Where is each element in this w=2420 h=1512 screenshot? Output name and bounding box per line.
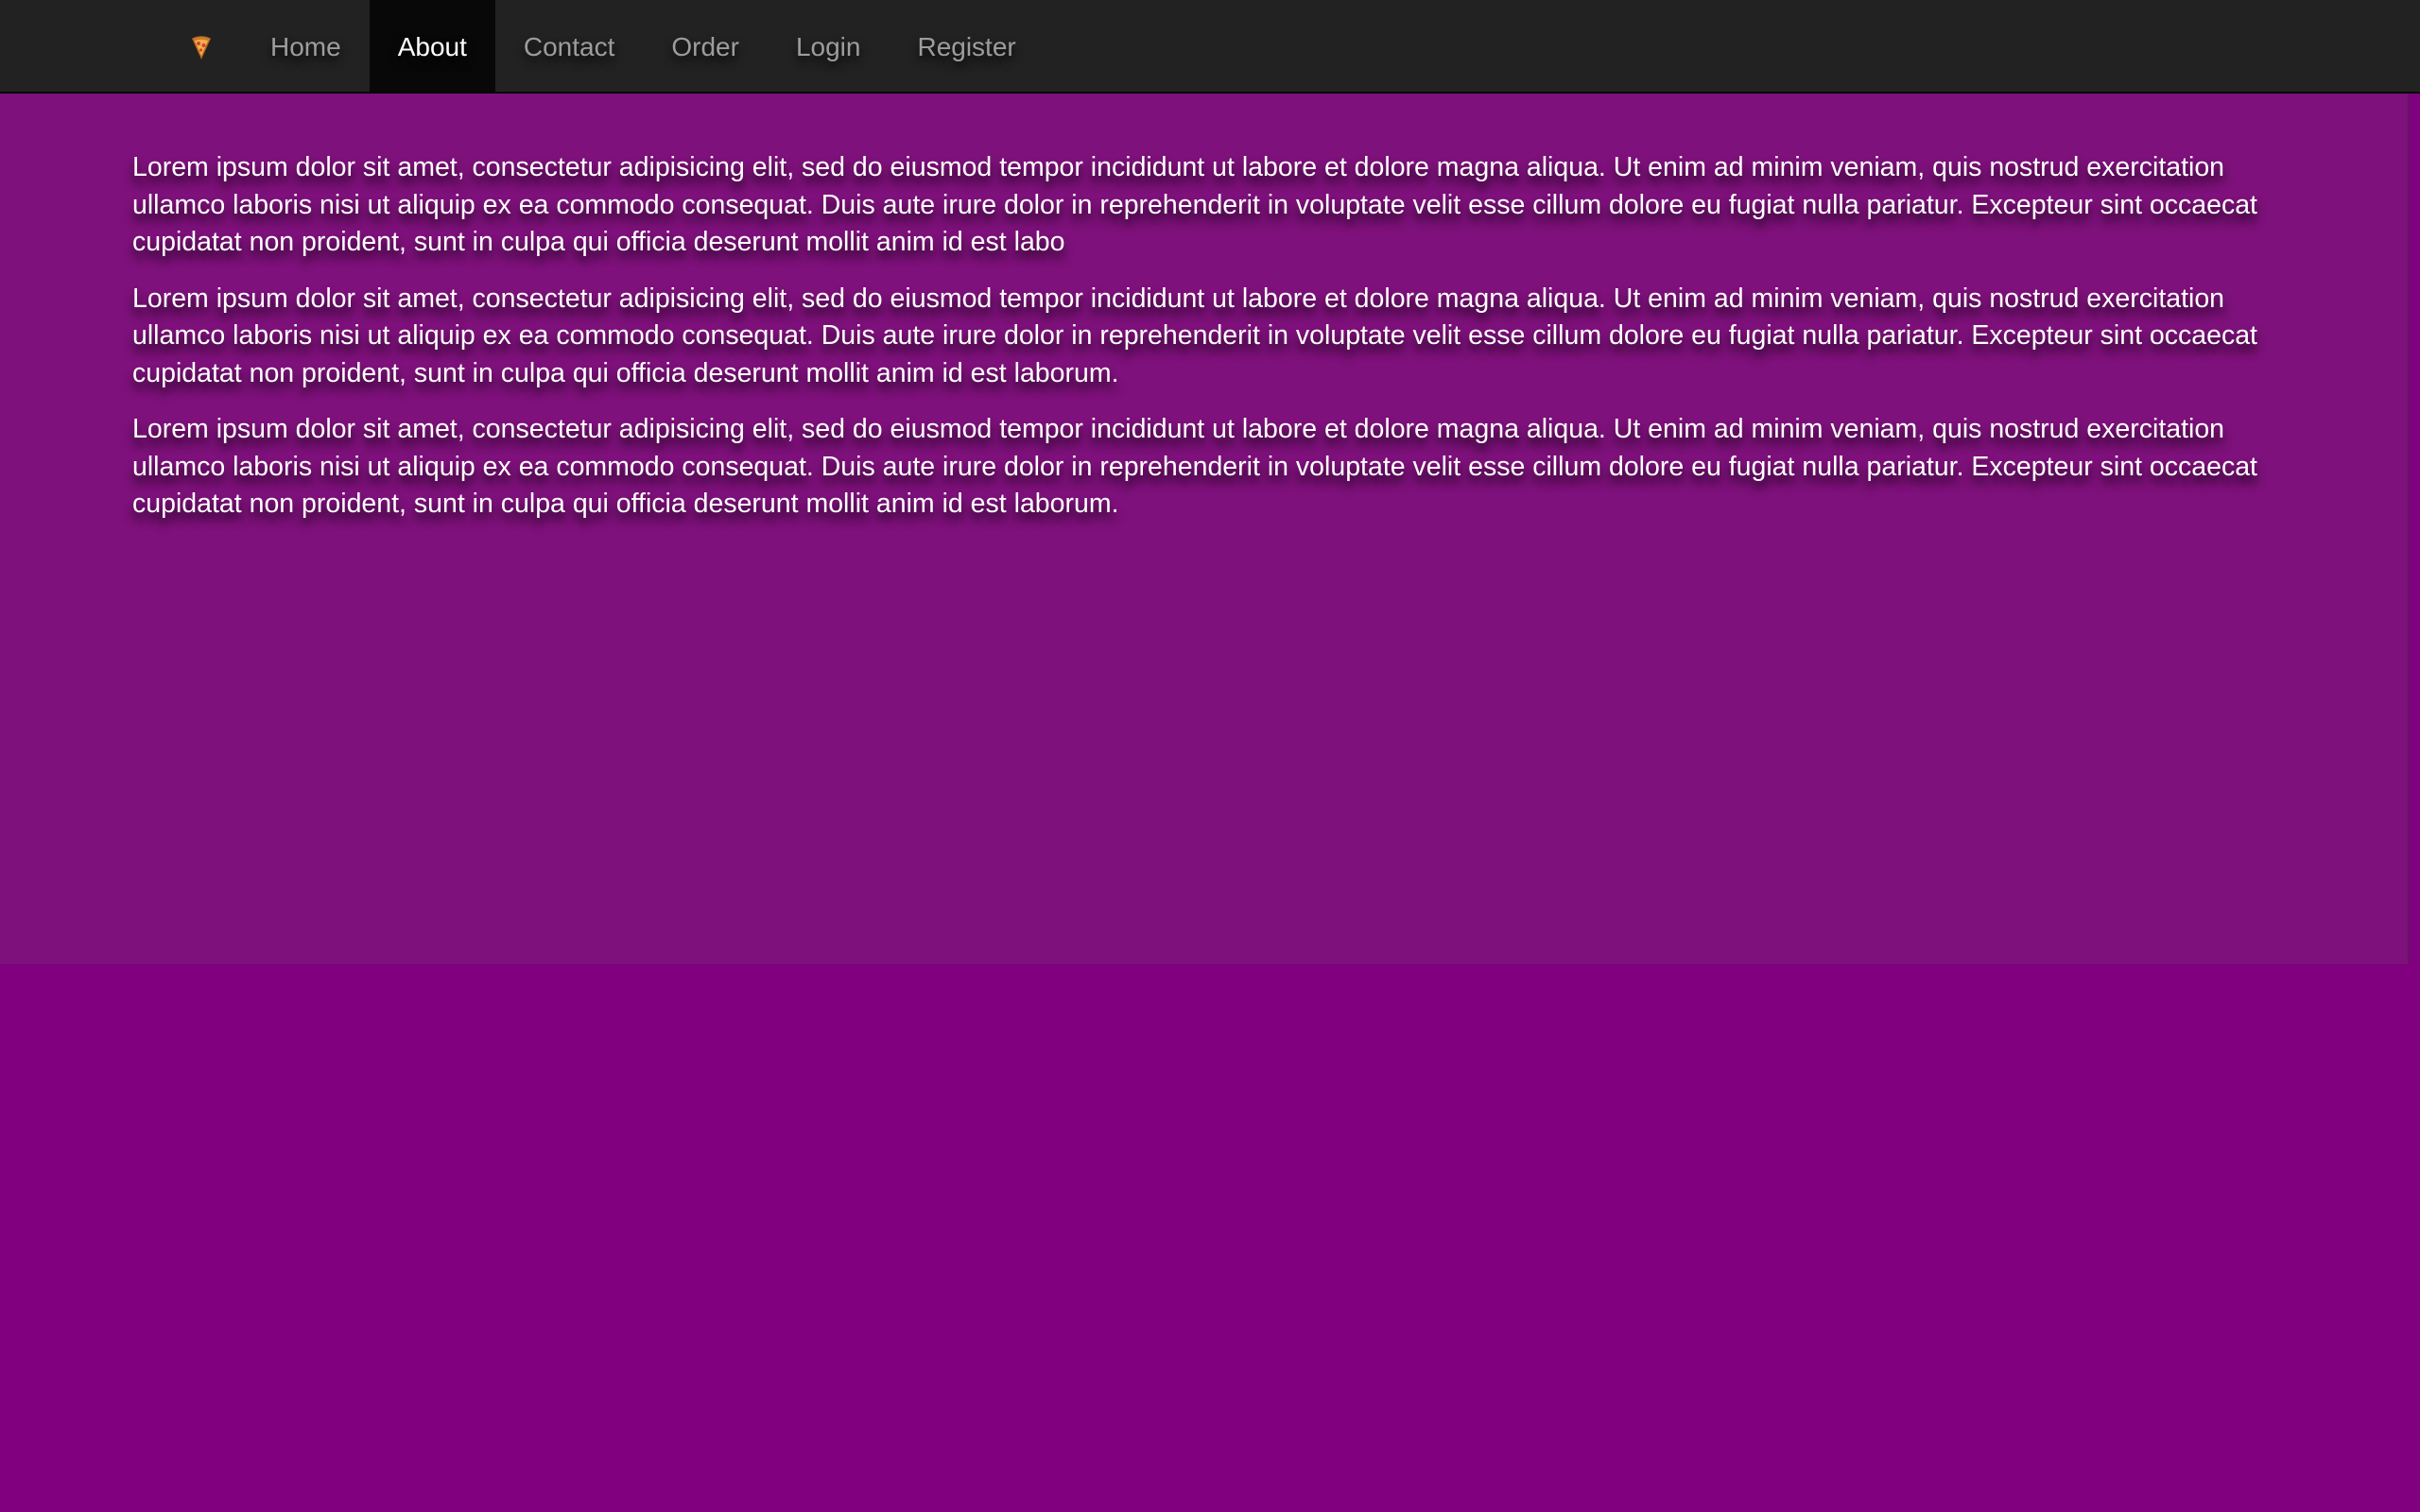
top-navbar: Home About Contact Order Login Register <box>0 0 2420 94</box>
nav-menu: Home About Contact Order Login Register <box>161 0 1045 94</box>
brand-pizza-logo[interactable] <box>161 0 242 94</box>
nav-item-login[interactable]: Login <box>768 0 890 94</box>
nav-item-about[interactable]: About <box>369 0 495 94</box>
about-paragraph-1: Lorem ipsum dolor sit amet, consectetur … <box>132 152 2257 257</box>
nav-item-contact[interactable]: Contact <box>495 0 644 94</box>
nav-item-register[interactable]: Register <box>889 0 1044 94</box>
nav-item-order[interactable]: Order <box>643 0 768 94</box>
nav-item-home[interactable]: Home <box>242 0 370 94</box>
about-text: Lorem ipsum dolor sit amet, consectetur … <box>132 149 2259 542</box>
about-paragraph-3: Lorem ipsum dolor sit amet, consectetur … <box>132 414 2257 519</box>
pizza-icon <box>192 35 211 60</box>
about-paragraph-2: Lorem ipsum dolor sit amet, consectetur … <box>132 283 2257 388</box>
